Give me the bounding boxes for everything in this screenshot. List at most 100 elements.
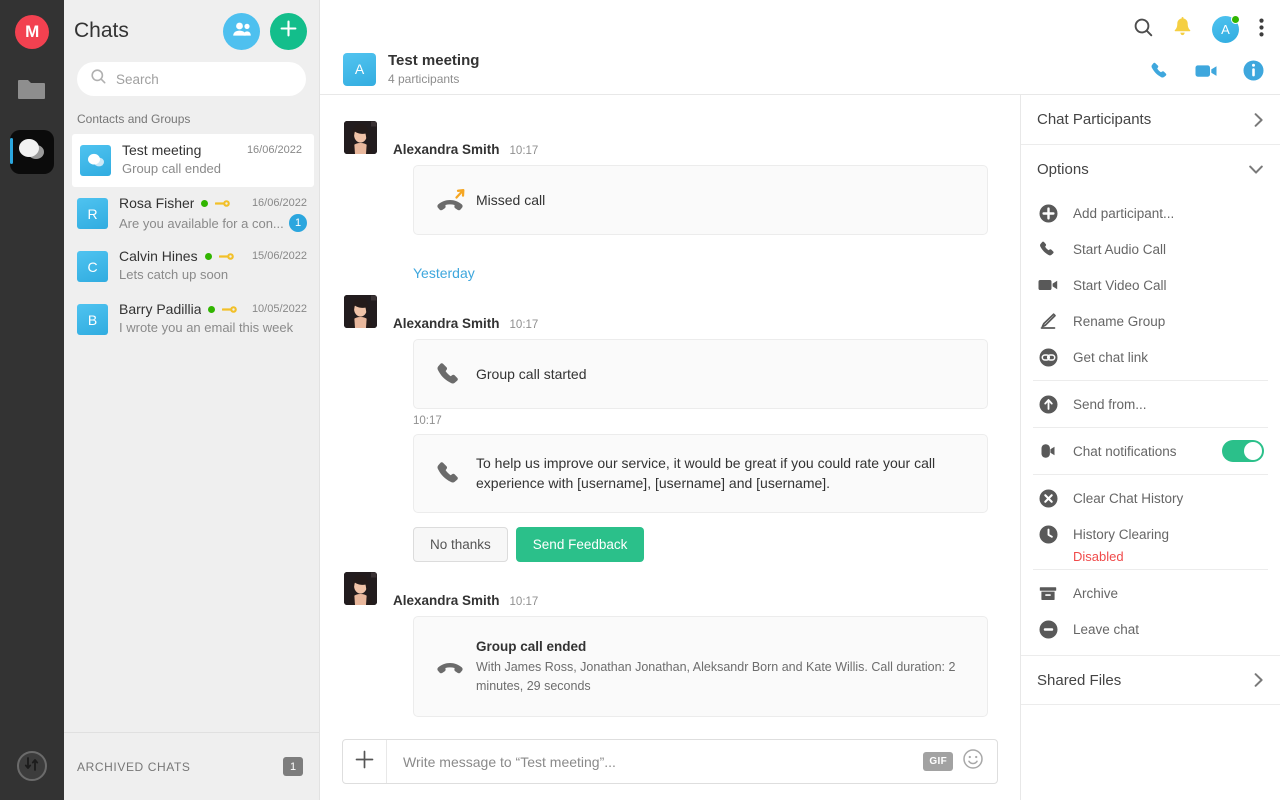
message-text: Missed call xyxy=(476,191,546,208)
shared-files-title: Shared Files xyxy=(1037,671,1122,689)
search-button[interactable] xyxy=(1134,18,1153,42)
chevron-right-icon xyxy=(1254,673,1263,687)
avatar xyxy=(344,571,377,605)
emoji-button[interactable] xyxy=(963,749,983,774)
phone-icon xyxy=(436,361,476,387)
option-history-clearing[interactable]: History Clearing xyxy=(1021,516,1280,552)
clock-icon xyxy=(1037,525,1059,544)
search-bar[interactable] xyxy=(77,62,306,96)
message-meta: Alexandra Smith 10:17 xyxy=(393,593,538,608)
avatar xyxy=(344,295,377,328)
chat-participants-title: Chat Participants xyxy=(1037,111,1152,128)
message-text: To help us improve our service, it would… xyxy=(476,455,936,492)
chat-header: A Test meeting 4 participants xyxy=(343,52,479,86)
contacts-section-label: Contacts and Groups xyxy=(77,112,191,126)
avatar xyxy=(344,121,377,154)
chat-list-item-rosa-fisher[interactable]: R Rosa Fisher 16/06/2022 Are you availab… xyxy=(64,187,319,240)
message-composer: GIF xyxy=(342,739,998,784)
shared-files-section[interactable]: Shared Files xyxy=(1021,655,1280,705)
send-feedback-button[interactable]: Send Feedback xyxy=(515,526,645,562)
info-icon xyxy=(1243,60,1264,86)
mega-logo[interactable]: M xyxy=(15,15,49,49)
clear-icon xyxy=(1037,489,1059,508)
message-text: With James Ross, Jonathan Jonathan, Alek… xyxy=(476,660,956,693)
feedback-actions: No thanks Send Feedback xyxy=(413,526,988,562)
mega-logo-text: M xyxy=(25,22,39,41)
toggle-knob xyxy=(1244,442,1262,460)
option-get-chat-link[interactable]: Get chat link xyxy=(1021,339,1280,375)
option-leave-chat[interactable]: Leave chat xyxy=(1021,611,1280,647)
phone-icon xyxy=(1037,240,1059,258)
online-status-dot xyxy=(201,199,209,207)
message-bubble-call-started: Group call started xyxy=(413,339,988,409)
message-group: Alexandra Smith 10:17 Group call started xyxy=(344,295,988,409)
option-rename-group[interactable]: Rename Group xyxy=(1021,303,1280,339)
option-label: Get chat link xyxy=(1073,349,1149,365)
chat-item-body: Rosa Fisher 16/06/2022 Are you available… xyxy=(119,195,307,232)
option-label: Clear Chat History xyxy=(1073,490,1184,506)
archived-chats-button[interactable]: ARCHIVED CHATS 1 xyxy=(64,732,319,800)
rail-item-cloud-drive[interactable] xyxy=(16,76,48,108)
search-icon xyxy=(91,69,106,89)
chat-list-item-test-meeting[interactable]: Test meeting 16/06/2022 Group call ended xyxy=(72,134,314,187)
transfers-button[interactable] xyxy=(17,751,47,781)
option-label: Rename Group xyxy=(1073,313,1166,329)
top-bar: A A Test meeting 4 participants xyxy=(320,0,1280,95)
search-input[interactable] xyxy=(116,71,292,87)
options-separator xyxy=(1033,427,1268,428)
option-clear-chat-history[interactable]: Clear Chat History xyxy=(1021,480,1280,516)
notifications-button[interactable] xyxy=(1173,16,1192,43)
avatar-initial: A xyxy=(1221,22,1230,37)
option-archive[interactable]: Archive xyxy=(1021,575,1280,611)
add-contact-button[interactable] xyxy=(223,12,260,50)
verified-key-icon xyxy=(215,199,231,208)
chat-item-body: Calvin Hines 15/06/2022 Lets catch up so… xyxy=(119,248,307,282)
attach-button[interactable] xyxy=(343,740,387,783)
message-header: Alexandra Smith 10:17 xyxy=(344,571,988,608)
chat-avatar: A xyxy=(343,52,376,86)
option-add-participant[interactable]: Add participant... xyxy=(1021,195,1280,231)
add-participant-icon xyxy=(1037,204,1059,223)
unread-badge: 1 xyxy=(289,214,307,232)
option-start-audio-call[interactable]: Start Audio Call xyxy=(1021,231,1280,267)
user-avatar[interactable]: A xyxy=(1212,15,1240,43)
rail-item-chat[interactable] xyxy=(10,130,54,174)
option-label: Chat notifications xyxy=(1073,443,1177,459)
chat-item-body: Test meeting 16/06/2022 Group call ended xyxy=(122,142,302,176)
more-menu-button[interactable] xyxy=(1259,18,1264,42)
chat-info-button[interactable] xyxy=(1243,60,1264,86)
folder-icon xyxy=(17,78,47,107)
call-actions xyxy=(1150,60,1264,86)
plus-icon xyxy=(280,20,297,42)
options-section-header[interactable]: Options xyxy=(1021,145,1280,193)
chat-item-date: 15/06/2022 xyxy=(251,250,307,262)
gif-button[interactable]: GIF xyxy=(923,752,953,771)
start-video-call-button[interactable] xyxy=(1195,63,1218,84)
message-group: Alexandra Smith 10:17 Group call ended W… xyxy=(344,571,988,717)
chat-list-item-calvin-hines[interactable]: C Calvin Hines 15/06/2022 Lets catch up … xyxy=(64,240,319,293)
chat-item-name: Rosa Fisher xyxy=(119,195,195,211)
new-chat-button[interactable] xyxy=(270,12,307,50)
online-status-dot xyxy=(1231,15,1240,24)
chat-participants-section[interactable]: Chat Participants xyxy=(1021,95,1280,145)
archived-chats-count: 1 xyxy=(283,757,303,776)
option-send-from[interactable]: Send from... xyxy=(1021,386,1280,422)
message-body: Group call ended With James Ross, Jonath… xyxy=(476,637,965,696)
message-bubble-missed-call: Missed call xyxy=(413,165,988,235)
option-start-video-call[interactable]: Start Video Call xyxy=(1021,267,1280,303)
message-input[interactable] xyxy=(387,753,924,770)
app-root: M Chats Search Contacts and Groups Test … xyxy=(0,0,1280,800)
message-time: 10:17 xyxy=(413,415,442,427)
start-audio-call-button[interactable] xyxy=(1150,61,1170,86)
chat-list-panel: Chats Search Contacts and Groups Test me… xyxy=(64,0,320,800)
chat-title: Test meeting xyxy=(388,52,480,69)
chat-participants-count: 4 participants xyxy=(388,72,460,86)
active-indicator xyxy=(10,138,13,164)
option-chat-notifications[interactable]: Chat notifications xyxy=(1021,433,1280,469)
smiley-icon xyxy=(963,749,983,774)
chat-notifications-toggle[interactable] xyxy=(1222,440,1264,462)
phone-icon xyxy=(1150,61,1170,86)
option-label: Start Video Call xyxy=(1073,277,1167,293)
chat-list-item-barry-padillia[interactable]: B Barry Padillia 10/05/2022 I wrote you … xyxy=(64,293,319,346)
no-thanks-button[interactable]: No thanks xyxy=(413,526,508,562)
